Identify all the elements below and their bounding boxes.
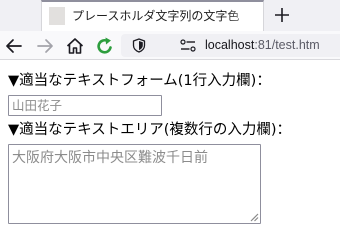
forward-button[interactable] [34,35,56,57]
navigation-bar: localhost:81/test.htm [0,31,340,60]
reload-button[interactable] [94,35,116,57]
name-input[interactable] [8,95,162,116]
browser-window: プレースホルダ文字列の文字色 localhost:81/test.htm ▼適当… [0,0,340,240]
url-bar[interactable]: localhost:81/test.htm [121,34,340,57]
url-host: localhost [205,38,255,52]
back-button[interactable] [3,35,25,57]
shield-icon[interactable] [132,38,146,53]
permissions-icon[interactable] [180,39,196,52]
new-tab-button[interactable] [268,2,296,28]
tab-strip: プレースホルダ文字列の文字色 [0,0,340,31]
home-icon [66,38,84,54]
url-text: localhost:81/test.htm [205,36,320,54]
home-button[interactable] [64,35,86,57]
blank-page-icon [49,7,65,25]
arrow-left-icon [6,39,22,53]
textarea-label: ▼適当なテキストエリア(複数行の入力欄)： [8,122,292,138]
tab-active[interactable]: プレースホルダ文字列の文字色 [41,0,264,31]
plus-icon [275,8,289,22]
input-label: ▼適当なテキストフォーム(1行入力欄)： [8,73,271,89]
page-content: ▼適当なテキストフォーム(1行入力欄)： ▼適当なテキストエリア(複数行の入力欄… [0,61,340,240]
address-textarea[interactable] [8,144,261,224]
url-path: :81/test.htm [254,38,320,52]
reload-icon [97,37,112,54]
resize-grip-icon[interactable] [248,211,259,222]
arrow-right-icon [37,39,53,53]
tab-title: プレースホルダ文字列の文字色 [72,9,240,23]
